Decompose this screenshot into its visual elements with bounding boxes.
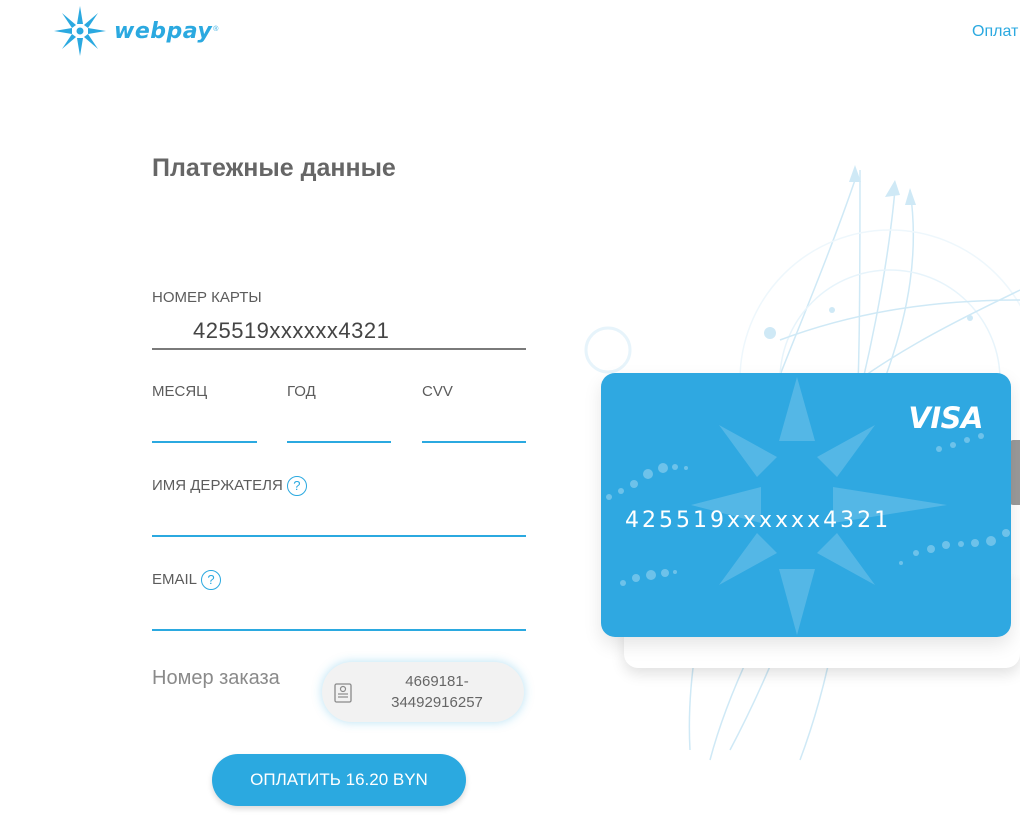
holder-name-label: ИМЯ ДЕРЖАТЕЛЯ xyxy=(152,476,283,494)
nav-link-payment[interactable]: Оплат xyxy=(972,23,1018,41)
webpay-star-icon xyxy=(54,6,106,56)
cvv-label: CVV xyxy=(422,383,453,400)
webpay-logo-text: webpay xyxy=(114,18,213,44)
order-number-value: 4669181- 34492916257 xyxy=(372,671,502,713)
webpay-logo[interactable]: webpay ® xyxy=(52,4,218,58)
order-number-badge: 4669181- 34492916257 xyxy=(322,662,524,722)
order-number-line1: 4669181- xyxy=(405,673,469,690)
cvv-input[interactable] xyxy=(422,441,526,443)
card-preview: VISA 425519xxxxxx4321 xyxy=(601,373,1011,637)
month-label: МЕСЯЦ xyxy=(152,383,208,400)
year-label: ГОД xyxy=(287,383,316,400)
pay-button[interactable]: ОПЛАТИТЬ 16.20 BYN xyxy=(212,754,466,806)
registered-mark: ® xyxy=(213,25,219,33)
page-title: Платежные данные xyxy=(152,154,396,182)
card-number-input[interactable]: 425519xxxxxx4321 xyxy=(193,318,389,344)
holder-help-icon[interactable]: ? xyxy=(286,476,307,496)
holder-name-label-row: ИМЯ ДЕРЖАТЕЛЯ? xyxy=(152,476,307,496)
month-input[interactable] xyxy=(152,441,257,443)
order-number-label: Номер заказа xyxy=(152,667,280,689)
email-help-icon[interactable]: ? xyxy=(201,570,222,590)
card-preview-number: 425519xxxxxx4321 xyxy=(625,508,892,533)
year-input[interactable] xyxy=(287,441,391,443)
email-label: EMAIL xyxy=(152,570,198,588)
receipt-icon xyxy=(334,683,352,703)
card-back-edge xyxy=(1010,440,1020,505)
visa-logo: VISA xyxy=(908,401,983,435)
order-number-line2: 34492916257 xyxy=(391,694,483,711)
holder-name-input[interactable] xyxy=(152,535,526,537)
email-label-row: EMAIL? xyxy=(152,570,222,590)
email-input[interactable] xyxy=(152,629,526,631)
card-number-label: НОМЕР КАРТЫ xyxy=(152,289,262,306)
card-number-underline xyxy=(152,348,526,350)
